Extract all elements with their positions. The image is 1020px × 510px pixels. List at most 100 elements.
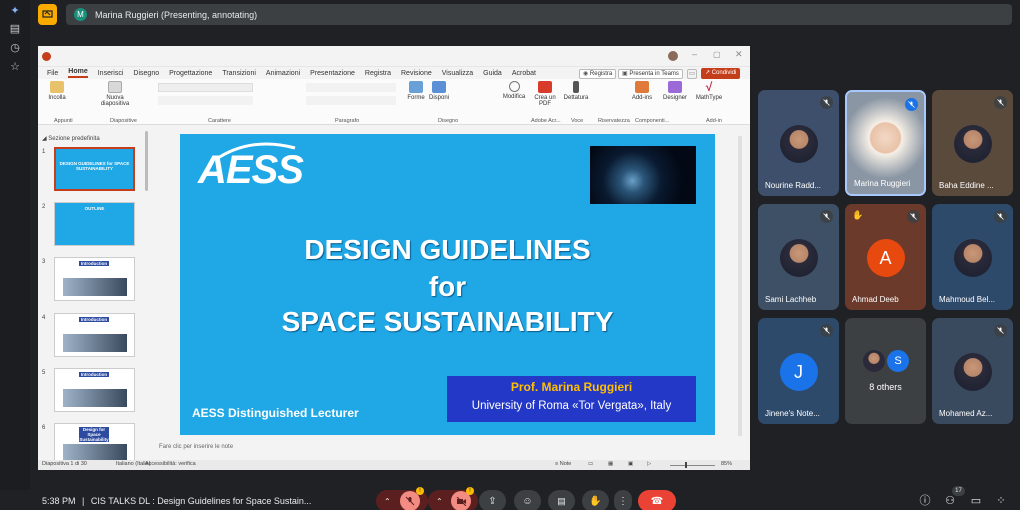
incolla-button[interactable]: Incolla — [46, 81, 68, 101]
new-slide-icon — [108, 81, 122, 93]
group-riservatezza: Riservatezza — [598, 118, 630, 124]
menu-tab-progettazione[interactable]: Progettazione — [169, 70, 212, 77]
crea-pdf-button[interactable]: Crea un PDF — [534, 81, 556, 107]
slide-title-3: SPACE SUSTAINABILITY — [281, 306, 614, 337]
zoom-level[interactable]: 85% — [721, 461, 732, 467]
participant-tile[interactable]: Nourine Radd... — [758, 90, 839, 196]
menu-tab-revisione[interactable]: Revisione — [401, 70, 432, 77]
font-name-field[interactable] — [158, 83, 253, 92]
menu-tab-visualizza[interactable]: Visualizza — [442, 70, 473, 77]
camera-chevron-icon[interactable]: ⌃ — [436, 497, 443, 506]
status-accessibility[interactable]: Accessibilità: verifica — [145, 461, 196, 467]
participant-name: Nourine Radd... — [765, 181, 822, 190]
participant-tile[interactable]: A Ahmad Deeb ✋ — [845, 204, 926, 310]
slide-thumbnail[interactable]: DESIGN GUIDELINES for SPACE SUSTAINABILI… — [54, 147, 135, 191]
participant-tile[interactable]: Baha Eddine ... — [932, 90, 1013, 196]
menu-tab-guida[interactable]: Guida — [483, 70, 502, 77]
save-icon[interactable]: ▤ — [8, 22, 22, 36]
view-sorter-icon[interactable]: ▦ — [608, 461, 613, 467]
slide-thumbnail[interactable]: OUTLINE — [54, 202, 135, 246]
menu-tab-home[interactable]: Home — [68, 68, 88, 78]
mic-warning-badge: ! — [416, 487, 424, 495]
menu-tab-file[interactable]: File — [47, 70, 58, 77]
thumbnail-number: 1 — [42, 149, 46, 155]
raise-hand-button[interactable]: ✋ — [582, 490, 609, 510]
mathtype-button[interactable]: √ MathType — [694, 81, 724, 101]
presentation-icon-button[interactable] — [38, 4, 57, 25]
menu-tab-registra[interactable]: Registra — [365, 70, 391, 77]
font-format-row[interactable] — [158, 96, 253, 105]
menu-tab-acrobat[interactable]: Acrobat — [512, 70, 536, 77]
slide-thumbnail[interactable]: Introduction — [54, 257, 135, 301]
info-icon[interactable]: ⓘ — [918, 494, 932, 508]
dettatura-button[interactable]: Dettatura — [562, 81, 590, 101]
captions-icon: ▤ — [557, 495, 566, 506]
hangup-icon: ☎ — [650, 495, 664, 507]
people-icon[interactable]: ⚇ — [943, 494, 957, 508]
captions-button[interactable]: ▤ — [548, 490, 575, 510]
nuova-diapositiva-button[interactable]: Nuova diapositiva — [100, 81, 130, 107]
menu-tab-presentazione[interactable]: Presentazione — [310, 70, 355, 77]
menu-tab-disegno[interactable]: Disegno — [133, 70, 159, 77]
sezione-text: Sezione predefinita — [48, 136, 100, 142]
meeting-title: CIS TALKS DL : Design Guidelines for Spa… — [90, 496, 312, 506]
emoji-button[interactable]: ☺ — [514, 490, 541, 510]
present-button[interactable]: ⇪ — [479, 490, 506, 510]
notes-placeholder[interactable]: Fare clic per inserire le note — [159, 444, 233, 450]
participant-tile[interactable]: Marina Ruggieri — [845, 90, 926, 196]
maximize-icon[interactable]: ▢ — [713, 50, 721, 59]
status-bar: Diapositiva 1 di 30 Italiano (Italia) Ac… — [38, 460, 750, 470]
menu-tab-inserisci[interactable]: Inserisci — [98, 70, 124, 77]
zoom-thumb[interactable] — [685, 462, 687, 468]
thumbnail-number: 4 — [42, 315, 46, 321]
thumbnail-title: Introduction — [79, 372, 109, 377]
slide-thumbnail[interactable]: Introduction — [54, 313, 135, 357]
activities-icon[interactable]: ⁘ — [994, 494, 1008, 508]
star-icon[interactable]: ☆ — [8, 60, 22, 74]
registra-button[interactable]: ◉ Registra — [579, 69, 617, 79]
mic-chevron-icon[interactable]: ⌃ — [384, 497, 391, 506]
menu-tab-animazioni[interactable]: Animazioni — [266, 70, 300, 77]
sparkle-icon[interactable]: ✦ — [8, 4, 22, 18]
designer-button[interactable]: Designer — [662, 81, 688, 101]
thumbnail-image — [63, 334, 127, 352]
zoom-slider[interactable] — [670, 465, 715, 466]
addins-button[interactable]: Add-ins — [630, 81, 654, 101]
forme-button[interactable]: Forme — [406, 81, 426, 101]
menu-tab-transizioni[interactable]: Transizioni — [222, 70, 256, 77]
left-rail: ✦ ▤ ◷ ☆ — [0, 0, 30, 490]
disponi-button[interactable]: Disponi — [428, 81, 450, 101]
view-normal-icon[interactable]: ▭ — [588, 461, 593, 467]
participant-tile[interactable]: J Jinene's Note... — [758, 318, 839, 424]
more-options-button[interactable]: ⋮ — [614, 490, 632, 510]
participant-tile[interactable]: Mohamed Az... — [932, 318, 1013, 424]
mic-control[interactable]: ⌃ ! — [376, 487, 428, 510]
paste-icon — [50, 81, 64, 93]
slide-thumbnail[interactable]: Introduction — [54, 368, 135, 412]
condividi-button[interactable]: ↗ Condividi — [701, 68, 741, 79]
view-reading-icon[interactable]: ▣ — [628, 461, 633, 467]
view-slideshow-icon[interactable]: ▷ — [647, 461, 651, 467]
slide-scrollbar[interactable] — [738, 136, 742, 436]
notes-toggle[interactable]: ≡ Note — [555, 461, 571, 467]
presenta-teams-button[interactable]: ▣ Presenta in Teams — [618, 69, 683, 79]
participant-name: Ahmad Deeb — [852, 295, 899, 304]
forme-label: Forme — [407, 95, 425, 101]
modifica-button[interactable]: Modifica — [500, 81, 528, 100]
user-avatar[interactable] — [668, 51, 678, 61]
close-icon[interactable]: ✕ — [735, 49, 743, 60]
history-icon[interactable]: ◷ — [8, 41, 22, 55]
participant-tile[interactable]: S 8 others — [845, 318, 926, 424]
participant-tile[interactable]: Mahmoud Bel... — [932, 204, 1013, 310]
paragraph-row-2[interactable] — [306, 96, 396, 105]
lecturer-label: AESS Distinguished Lecturer — [192, 406, 359, 420]
comments-icon[interactable]: ▭ — [687, 69, 697, 79]
leave-call-button[interactable]: ☎ — [638, 490, 676, 510]
minimize-icon[interactable]: – — [692, 49, 697, 59]
participant-tile[interactable]: Sami Lachheb — [758, 204, 839, 310]
paragraph-row-1[interactable] — [306, 83, 396, 92]
camera-control[interactable]: ⌃ ! — [428, 487, 478, 510]
thumbnail-scrollbar[interactable] — [145, 131, 148, 191]
chat-icon[interactable]: ▭ — [969, 494, 983, 508]
more-vert-icon: ⋮ — [618, 495, 628, 507]
